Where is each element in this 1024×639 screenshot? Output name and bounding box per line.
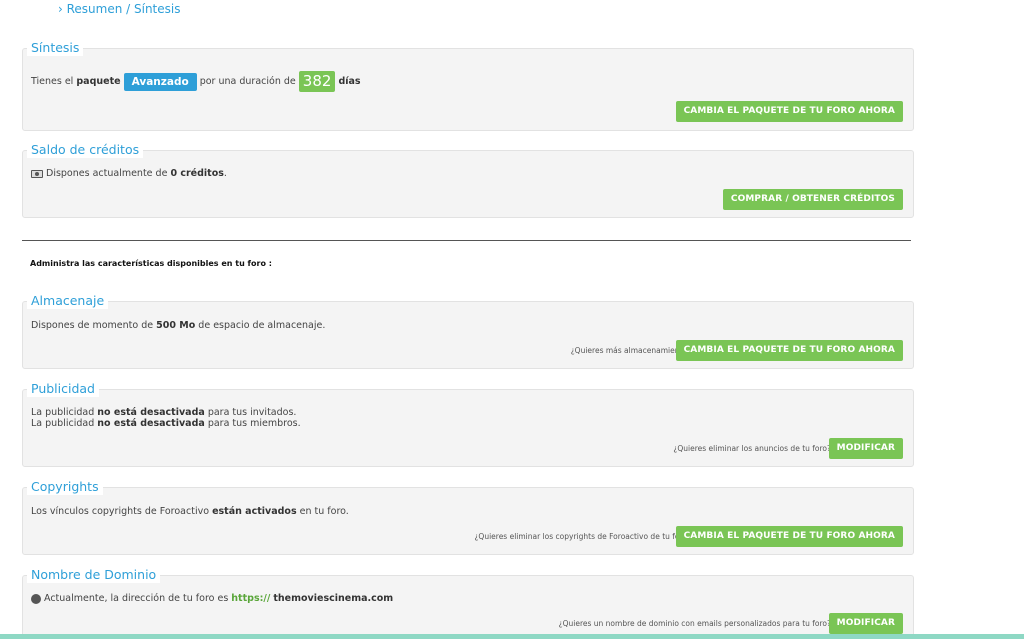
copyrights-question: ¿Quieres eliminar los copyrights de Foro… [474, 532, 691, 541]
package-word: paquete [76, 76, 121, 87]
storage-line: Dispones de momento de 500 Mo de espacio… [31, 320, 325, 331]
storage-amount: 500 Mo [156, 320, 196, 331]
panel-dominio: Nombre de Dominio Actualmente, la direcc… [22, 567, 914, 639]
domain-modify-button[interactable]: MODIFICAR [828, 613, 903, 634]
copyrights-change-package-button[interactable]: CAMBIA EL PAQUETE DE TU FORO AHORA [675, 526, 903, 547]
ads-members-status: no está desactivada [97, 418, 205, 429]
domain-name: themoviescinema.com [273, 593, 394, 604]
copyrights-status: están activados [212, 506, 297, 517]
ads-modify-button[interactable]: MODIFICAR [828, 438, 903, 459]
panel-title-sintesis: Síntesis [27, 40, 84, 56]
plan-badge: Avanzado [123, 72, 197, 91]
package-text-middle: por una duración de [199, 76, 296, 87]
panel-publicidad: Publicidad La publicidad no está desacti… [22, 381, 914, 467]
panel-sintesis: Síntesis Tienes el paquete Avanzado por … [22, 40, 914, 131]
ads-guests-line: La publicidad no está desactivada para t… [31, 407, 296, 418]
copyrights-text-before: Los vínculos copyrights de Foroactivo [31, 506, 210, 517]
ads-guests-after: para tus invitados. [207, 407, 297, 418]
breadcrumb[interactable]: › Resumen / Síntesis [58, 2, 180, 16]
ads-question: ¿Quieres eliminar los anuncios de tu for… [673, 444, 831, 453]
storage-text-after: de espacio de almacenaje. [198, 320, 326, 331]
panel-title-dominio: Nombre de Dominio [27, 567, 161, 583]
admin-heading: Administra las características disponibl… [30, 259, 272, 268]
package-line: Tienes el paquete Avanzado por una durac… [31, 71, 361, 92]
ads-members-before: La publicidad [31, 418, 95, 429]
storage-text-before: Dispones de momento de [31, 320, 154, 331]
panel-almacenaje: Almacenaje Dispones de momento de 500 Mo… [22, 293, 914, 369]
buy-credits-button[interactable]: COMPRAR / OBTENER CRÉDITOS [722, 189, 903, 210]
divider [22, 240, 911, 241]
copyrights-line: Los vínculos copyrights de Foroactivo es… [31, 506, 349, 517]
panel-title-copyrights: Copyrights [27, 479, 103, 495]
money-icon [31, 169, 43, 178]
ads-members-after: para tus miembros. [207, 418, 301, 429]
domain-text-before: Actualmente, la dirección de tu foro es [44, 593, 229, 604]
ads-guests-before: La publicidad [31, 407, 95, 418]
domain-line: Actualmente, la dirección de tu foro es … [31, 593, 393, 604]
ads-guests-status: no está desactivada [97, 407, 205, 418]
change-package-button[interactable]: CAMBIA EL PAQUETE DE TU FORO AHORA [675, 101, 903, 122]
storage-change-package-button[interactable]: CAMBIA EL PAQUETE DE TU FORO AHORA [675, 340, 903, 361]
days-badge: 382 [298, 71, 336, 92]
credits-text-before: Dispones actualmente de [46, 168, 168, 179]
panel-saldo: Saldo de créditos Dispones actualmente d… [22, 142, 914, 218]
panel-copyrights: Copyrights Los vínculos copyrights de Fo… [22, 479, 914, 555]
credits-line: Dispones actualmente de 0 créditos. [31, 168, 227, 179]
storage-question: ¿Quieres más almacenamiento? [570, 346, 691, 355]
panel-title-saldo: Saldo de créditos [27, 142, 144, 158]
days-label: días [338, 76, 361, 87]
package-text-before: Tienes el [31, 76, 74, 87]
globe-icon [31, 593, 41, 604]
credits-text-after: . [223, 168, 227, 179]
credits-value: 0 créditos [170, 168, 224, 179]
domain-protocol: https:// [231, 593, 271, 604]
domain-question: ¿Quieres un nombre de dominio con emails… [558, 619, 831, 628]
ads-members-line: La publicidad no está desactivada para t… [31, 418, 301, 429]
bottom-bar [0, 634, 1024, 639]
copyrights-text-after: en tu foro. [299, 506, 349, 517]
panel-title-publicidad: Publicidad [27, 381, 99, 397]
panel-title-almacenaje: Almacenaje [27, 293, 109, 309]
